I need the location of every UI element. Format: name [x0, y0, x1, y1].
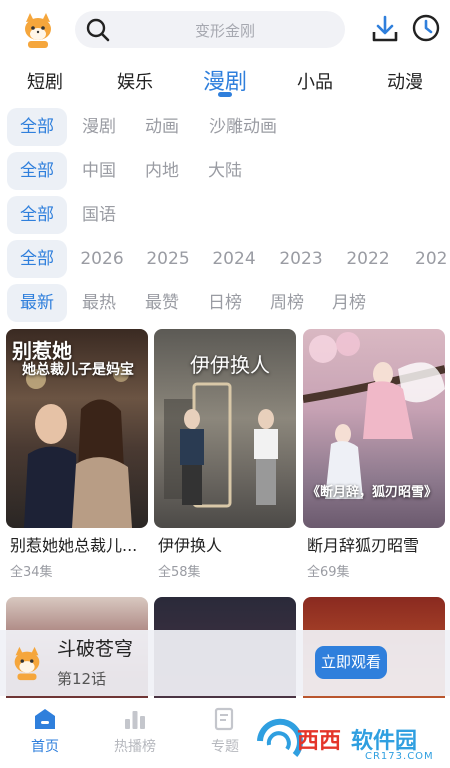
- video-card[interactable]: 《断月辞，狐刃昭雪》 断月辞狐刃昭雪 全69集: [303, 329, 445, 581]
- nav-item-topics[interactable]: 专题: [190, 706, 260, 756]
- filter-chip[interactable]: 大陆: [208, 152, 242, 190]
- video-poster[interactable]: 别惹她 她总裁儿子是妈宝: [6, 329, 148, 528]
- tab-anime[interactable]: 动漫: [387, 68, 423, 94]
- video-poster[interactable]: 伊伊换人: [154, 329, 296, 528]
- filter-chip[interactable]: 日榜: [208, 284, 242, 322]
- episode-count: 全69集: [307, 565, 350, 580]
- now-playing-episode: 第12话: [57, 670, 107, 688]
- app-logo-icon: [8, 643, 46, 683]
- filter-row-region: 全部 中国 内地 大陆: [0, 152, 450, 190]
- filter-chip[interactable]: 2025: [146, 240, 189, 278]
- tab-entertainment[interactable]: 娱乐: [117, 68, 153, 94]
- poster-title-text: 伊伊换人: [190, 353, 270, 377]
- poster-title-text: 《断月辞，狐刃昭雪》: [307, 485, 438, 500]
- video-card[interactable]: 别惹她 她总裁儿子是妈宝 别惹她她总裁儿... 全34集: [6, 329, 148, 581]
- nav-item-label: 首页: [31, 739, 59, 755]
- search-bar[interactable]: 变形金刚: [75, 11, 345, 48]
- filter-row-year: 全部 2026 2025 2024 2023 2022 202: [0, 240, 450, 278]
- nav-item-home[interactable]: 首页: [10, 706, 80, 756]
- filter-chip[interactable]: 漫剧: [82, 108, 116, 146]
- filter-chip[interactable]: 全部: [7, 108, 67, 146]
- top-bar: 变形金刚: [0, 0, 450, 60]
- tab-sketch[interactable]: 小品: [297, 68, 333, 94]
- video-title[interactable]: 伊伊换人: [158, 532, 222, 556]
- episode-count: 全58集: [158, 565, 201, 580]
- filter-chip[interactable]: 202: [415, 240, 447, 278]
- home-icon: [35, 709, 55, 729]
- search-placeholder[interactable]: 变形金刚: [75, 20, 345, 41]
- filter-chip[interactable]: 全部: [7, 240, 67, 278]
- filter-chip[interactable]: 月榜: [332, 284, 366, 322]
- mini-player-bar[interactable]: 斗破苍穹 第12话 立即观看: [0, 630, 450, 696]
- nav-item-label: 专题: [211, 739, 239, 755]
- tab-short-drama[interactable]: 短剧: [27, 68, 63, 94]
- filter-chip[interactable]: 周榜: [270, 284, 304, 322]
- filter-chip[interactable]: 2023: [279, 240, 322, 278]
- filter-chip[interactable]: 2024: [212, 240, 255, 278]
- nav-item-label: 热播榜: [114, 739, 156, 755]
- video-title[interactable]: 别惹她她总裁儿...: [10, 532, 137, 556]
- filter-chip[interactable]: 最新: [7, 284, 67, 322]
- video-card[interactable]: 伊伊换人 伊伊换人 全58集: [154, 329, 296, 581]
- active-tab-indicator: [218, 92, 232, 97]
- history-clock-icon[interactable]: [411, 13, 441, 43]
- filter-chip[interactable]: 内地: [145, 152, 179, 190]
- episode-count: 全34集: [10, 565, 53, 580]
- topic-book-icon: [214, 707, 234, 731]
- video-poster[interactable]: 《断月辞，狐刃昭雪》: [303, 329, 445, 528]
- filter-chip[interactable]: 国语: [82, 196, 116, 234]
- download-icon[interactable]: [370, 14, 400, 44]
- bar-chart-icon: [125, 711, 145, 729]
- filter-chip[interactable]: 最热: [82, 284, 116, 322]
- filter-chip[interactable]: 沙雕动画: [209, 108, 277, 146]
- filter-row-language: 全部 国语: [0, 196, 450, 234]
- filter-row-sort: 最新 最热 最赞 日榜 周榜 月榜: [0, 284, 450, 322]
- filter-row-type: 全部 漫剧 动画 沙雕动画: [0, 108, 450, 146]
- watermark-url: CR173.COM: [365, 751, 434, 762]
- nav-item-trending[interactable]: 热播榜: [100, 706, 170, 756]
- filter-chip[interactable]: 最赞: [145, 284, 179, 322]
- site-watermark: 西西 软件园 CR173.COM: [255, 715, 450, 768]
- app-logo-icon[interactable]: [18, 10, 58, 50]
- now-playing-title: 斗破苍穹: [57, 638, 134, 660]
- filter-chip[interactable]: 中国: [82, 152, 116, 190]
- watermark-brand: 西西: [297, 729, 342, 754]
- filter-chip[interactable]: 动画: [145, 108, 179, 146]
- poster-subtitle-text: 她总裁儿子是妈宝: [22, 362, 134, 378]
- filter-chip[interactable]: 2022: [346, 240, 389, 278]
- filter-chip[interactable]: 全部: [7, 152, 67, 190]
- watch-now-button[interactable]: 立即观看: [315, 646, 387, 679]
- video-title[interactable]: 断月辞狐刃昭雪: [307, 532, 419, 556]
- filter-chip[interactable]: 全部: [7, 196, 67, 234]
- filter-chip[interactable]: 2026: [80, 240, 123, 278]
